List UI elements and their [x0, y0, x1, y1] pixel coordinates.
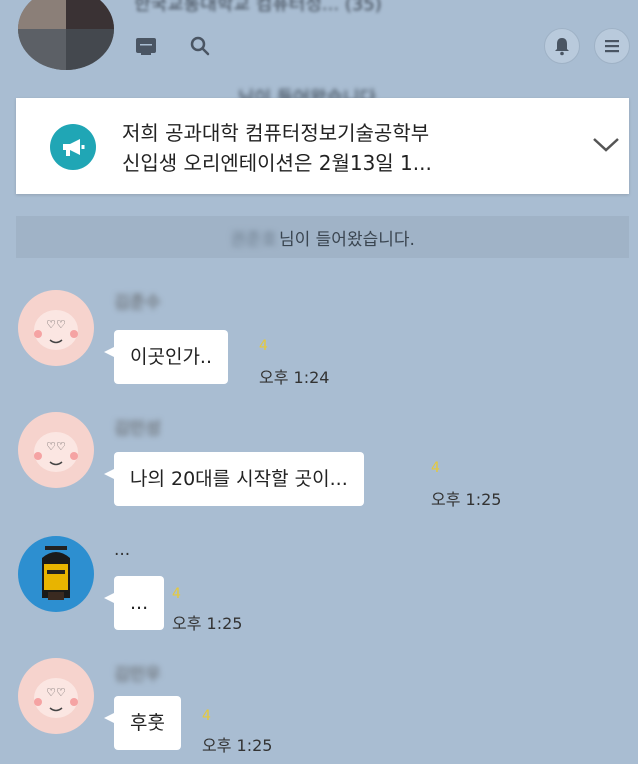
notice-line-1: 저희 공과대학 컴퓨터정보기술공학부 — [122, 121, 430, 145]
notice-line-2: 신입생 오리엔테이션은 2월13일 1... — [122, 151, 432, 175]
message-time: 오후 1:25 — [431, 490, 502, 509]
room-title[interactable]: 한국교통대학교 컴퓨터정... (35) — [134, 0, 382, 16]
avatar[interactable]: ♡♡ — [18, 290, 94, 366]
megaphone-icon — [50, 124, 96, 170]
avatar[interactable] — [18, 536, 94, 612]
avatar[interactable]: ♡♡ — [18, 412, 94, 488]
sender-name: 김민성 — [114, 419, 161, 439]
svg-text:♡♡: ♡♡ — [46, 318, 66, 331]
message-time: 오후 1:25 — [172, 614, 243, 633]
chevron-down-icon[interactable] — [590, 134, 622, 156]
unread-count: 4 — [172, 586, 181, 602]
message-time: 오후 1:24 — [259, 368, 330, 387]
system-message: 권준호 님이 들어왔습니다. — [16, 216, 629, 258]
unread-count: 4 — [202, 708, 211, 724]
message-bubble[interactable]: 이곳인가.. — [104, 330, 228, 384]
unread-count: 4 — [431, 460, 440, 476]
notice-text: 저희 공과대학 컴퓨터정보기술공학부 신입생 오리엔테이션은 2월13일 1..… — [122, 118, 562, 178]
avatar[interactable]: ♡♡ — [18, 658, 94, 734]
notice-banner[interactable]: 저희 공과대학 컴퓨터정보기술공학부 신입생 오리엔테이션은 2월13일 1..… — [16, 98, 629, 194]
menu-icon — [605, 40, 619, 53]
message-bubble[interactable]: 나의 20대를 시작할 곳이... — [104, 452, 364, 506]
sender-name: 김민우 — [114, 665, 161, 685]
system-message-name: 권준호 — [230, 229, 277, 250]
notification-button[interactable] — [544, 28, 580, 64]
sender-name: ... — [114, 540, 131, 560]
message-time: 오후 1:25 — [202, 736, 273, 755]
message-bubble[interactable]: ... — [103, 576, 165, 630]
gallery-icon[interactable] — [134, 34, 158, 58]
svg-text:♡♡: ♡♡ — [46, 686, 66, 699]
system-message-text: 님이 들어왔습니다. — [278, 229, 415, 250]
menu-button[interactable] — [594, 28, 630, 64]
chat-header: 한국교통대학교 컴퓨터정... (35) — [0, 0, 638, 88]
bell-icon — [555, 38, 569, 56]
unread-count: 4 — [259, 338, 268, 354]
room-profile-image[interactable] — [18, 0, 114, 70]
sender-name: 김준수 — [114, 293, 161, 313]
search-icon[interactable] — [188, 34, 212, 58]
message-bubble[interactable]: 후훗 — [104, 696, 181, 750]
svg-text:♡♡: ♡♡ — [46, 440, 66, 453]
